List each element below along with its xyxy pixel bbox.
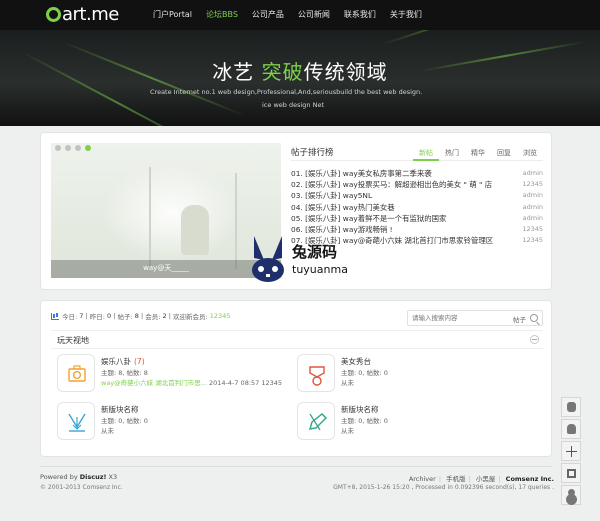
forum-item[interactable]: 美女秀台 主题: 0, 帖数: 0 从未 (297, 354, 537, 396)
pencil-icon[interactable] (297, 402, 335, 440)
ranking-title: 帖子排行榜 (291, 148, 334, 158)
forum-counts: 主题: 8, 帖数: 8 (101, 369, 148, 377)
forum-last-post: way@奇葩小六妹 湖北首判门市思... 2014-4-7 08:57 1234… (101, 379, 283, 387)
search-type-select[interactable]: 帖子 (513, 314, 526, 324)
logo-ring-icon (46, 7, 61, 22)
nav-item-news[interactable]: 公司新闻 (291, 0, 337, 30)
copyright: © 2001-2013 Comsenz Inc. (40, 484, 123, 491)
qrcode-icon[interactable] (561, 463, 581, 483)
ranking-item[interactable]: 02. [娱乐八卦] way投票买马：解超逊相出色的美女 " 萌 " 店 1234… (291, 179, 543, 190)
site-logo[interactable]: art.me (46, 4, 119, 25)
forum-counts: 主题: 0, 帖数: 0 (341, 417, 388, 425)
ranking-item[interactable]: 03. [娱乐八卦] way5NL admin (291, 190, 543, 201)
slider-glow (101, 163, 241, 263)
forum-stats: 今日: 7 | 昨日: 0 | 帖子: 8 | 会员: 2 | 欢迎新会员: 1… (51, 311, 230, 321)
ranking-item[interactable]: 01. [娱乐八卦] way美女私房事第二季来袭 admin (291, 168, 543, 179)
watermark: 兔源码 tuyuanma (246, 232, 446, 288)
forum-name[interactable]: 新版块名称 (341, 404, 379, 415)
slider-dot[interactable] (55, 145, 61, 151)
post-ranking: 帖子排行榜 新帖 热门 精华 回复 浏览 01. [娱乐八卦] way美女私房事… (291, 143, 543, 246)
forum-card: 今日: 7 | 昨日: 0 | 帖子: 8 | 会员: 2 | 欢迎新会员: 1… (40, 300, 552, 457)
forum-last-post: 从未 (101, 427, 114, 435)
hero-banner: 冰艺 突破传统领域 Create Internet no.1 web desig… (0, 30, 600, 126)
slider-dot-active[interactable] (85, 145, 91, 151)
hero-subtitle-line2: ice web design Net (262, 101, 324, 109)
tab-views[interactable]: 浏览 (517, 147, 543, 161)
nav-item-about[interactable]: 关于我们 (383, 0, 429, 30)
nav-item-portal[interactable]: 门户Portal (146, 0, 199, 30)
footer-company-link[interactable]: Comsenz Inc. (506, 475, 554, 483)
last-post-link[interactable]: way@奇葩小六妹 湖北首判门市思... (101, 379, 207, 387)
chart-icon (51, 312, 59, 320)
slider-pole (235, 173, 237, 269)
forum-name[interactable]: 娱乐八卦 (7) (101, 356, 145, 367)
smile-icon[interactable] (561, 397, 581, 417)
hero-subtitle: Create Internet no.1 web design,Professi… (150, 86, 450, 112)
discuz-link[interactable]: Discuz! (80, 473, 107, 481)
tab-hot[interactable]: 热门 (439, 147, 465, 161)
rabbit-logo-icon (252, 236, 284, 282)
tab-new[interactable]: 新帖 (413, 147, 439, 161)
search-icon[interactable] (530, 314, 538, 322)
forum-item[interactable]: 新版块名称 主题: 0, 帖数: 0 从未 (297, 402, 537, 444)
forum-item[interactable]: 娱乐八卦 (7) 主题: 8, 帖数: 8 way@奇葩小六妹 湖北首判门市思..… (57, 354, 297, 396)
nav-item-products[interactable]: 公司产品 (245, 0, 291, 30)
footer-link-archiver[interactable]: Archiver (409, 475, 436, 483)
slider-dots (55, 145, 91, 151)
forum-counts: 主题: 0, 帖数: 0 (341, 369, 388, 377)
slider-figure (181, 205, 209, 255)
search-input[interactable] (412, 313, 508, 323)
forum-last-post: 从未 (341, 379, 354, 387)
nav-item-contact[interactable]: 联系我们 (337, 0, 383, 30)
footer-link-blackroom[interactable]: 小黑屋 (476, 475, 496, 483)
forum-item[interactable]: 新版块名称 主题: 0, 帖数: 0 从未 (57, 402, 297, 444)
category-title[interactable]: 玩天视地 (57, 335, 89, 346)
watermark-subtitle: tuyuanma (292, 263, 348, 276)
collapse-icon[interactable] (530, 335, 539, 344)
forum-last-post: 从未 (341, 427, 354, 435)
ranking-tabs: 新帖 热门 精华 回复 浏览 (413, 147, 543, 161)
penguin-icon[interactable] (561, 419, 581, 439)
newest-member-link[interactable]: 12345 (210, 312, 231, 320)
light-streak (379, 30, 552, 46)
slider-dot[interactable] (65, 145, 71, 151)
footer-links: Archiver | 手机版 | 小黑屋 | Comsenz Inc. (408, 475, 554, 483)
float-toolbar (561, 397, 581, 507)
hero-subtitle-line1: Create Internet no.1 web design,Professi… (150, 88, 423, 96)
debug-info: GMT+8, 2015-1-26 15:20 , Processed in 0.… (333, 484, 554, 491)
tab-digest[interactable]: 精华 (465, 147, 491, 161)
main-nav: 门户Portal 论坛BBS 公司产品 公司新闻 联系我们 关于我们 (146, 0, 429, 30)
footer-link-mobile[interactable]: 手机版 (446, 475, 466, 483)
footer-divider (40, 466, 552, 467)
camera-icon[interactable] (57, 354, 95, 392)
hero-title: 冰艺 突破传统领域 (212, 60, 388, 84)
forum-counts: 主题: 0, 帖数: 0 (101, 417, 148, 425)
ranking-item[interactable]: 04. [娱乐八卦] way热门美女巷 admin (291, 202, 543, 213)
watermark-title: 兔源码 (292, 243, 338, 261)
download-icon[interactable] (57, 402, 95, 440)
forum-name[interactable]: 美女秀台 (341, 356, 371, 367)
nav-item-bbs[interactable]: 论坛BBS (199, 0, 245, 30)
powered-by: Powered by Discuz! X3 (40, 473, 118, 481)
plus-icon[interactable] (561, 441, 581, 461)
forum-search: 帖子 (407, 310, 543, 326)
top-nav-bar: art.me 门户Portal 论坛BBS 公司产品 公司新闻 联系我们 关于我… (0, 0, 600, 30)
forum-today-count: (7) (134, 357, 145, 366)
forum-name[interactable]: 新版块名称 (101, 404, 139, 415)
ranking-item[interactable]: 05. [娱乐八卦] way着鲜不是一个有监狱的国家 admin (291, 213, 543, 224)
slider-pole (149, 167, 151, 267)
last-post-author[interactable]: 12345 (261, 379, 282, 387)
badge-icon[interactable] (297, 354, 335, 392)
slider-dot[interactable] (75, 145, 81, 151)
logo-text: art.me (62, 4, 119, 25)
tab-reply[interactable]: 回复 (491, 147, 517, 161)
footer: Powered by Discuz! X3 © 2001-2013 Comsen… (0, 463, 600, 521)
user-icon[interactable] (561, 485, 581, 505)
category-header: 玩天视地 (51, 331, 543, 349)
ranking-header: 帖子排行榜 新帖 热门 精华 回复 浏览 (291, 143, 543, 161)
